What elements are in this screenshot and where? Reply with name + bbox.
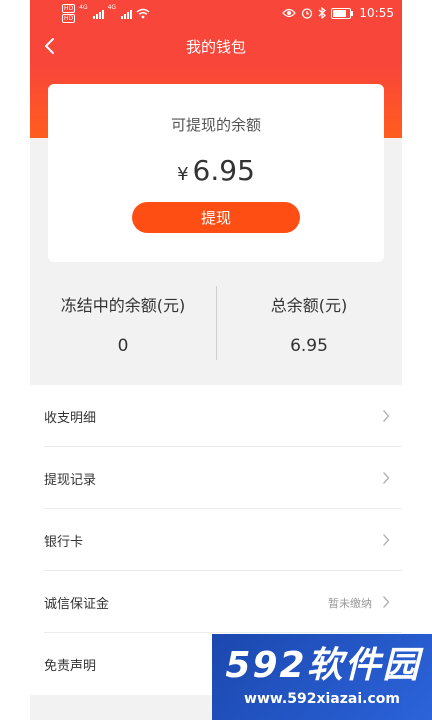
watermark-logo: 592软件园 bbox=[225, 645, 421, 686]
chevron-right-icon bbox=[383, 472, 390, 484]
page-title: 我的钱包 bbox=[185, 38, 246, 56]
wifi-icon bbox=[136, 8, 150, 19]
menu-item-withdraw-records[interactable]: 提现记录 bbox=[30, 447, 402, 509]
menu-item-bank-card[interactable]: 银行卡 bbox=[30, 509, 402, 571]
signal-icon bbox=[92, 9, 104, 19]
withdraw-button[interactable]: 提现 bbox=[132, 202, 300, 233]
balance-amount: 6.95 bbox=[192, 154, 255, 187]
frozen-balance-label: 冻结中的余额(元) bbox=[60, 296, 186, 315]
menu-item-transactions[interactable]: 收支明细 bbox=[30, 385, 402, 447]
eye-icon bbox=[282, 8, 297, 18]
status-bar: HD HD 4G 4G 10:55 bbox=[30, 0, 402, 26]
menu-item-label: 提现记录 bbox=[44, 473, 97, 488]
menu-item-label: 收支明细 bbox=[44, 411, 97, 426]
battery-icon bbox=[331, 7, 354, 19]
menu-item-deposit[interactable]: 诚信保证金 暂未缴纳 bbox=[30, 571, 402, 633]
watermark-url: www.592xiazai.com bbox=[244, 691, 400, 707]
chevron-right-icon bbox=[383, 534, 390, 546]
balance-card: 可提现的余额 ¥6.95 提现 bbox=[48, 84, 384, 262]
hd-badge: HD bbox=[62, 4, 76, 13]
network-label: 4G bbox=[107, 4, 117, 11]
hd-badge: HD bbox=[62, 14, 76, 23]
chevron-right-icon bbox=[383, 596, 390, 608]
currency-symbol: ¥ bbox=[177, 164, 189, 185]
chevron-right-icon bbox=[383, 410, 390, 422]
withdrawable-balance-label: 可提现的余额 bbox=[170, 116, 261, 134]
withdrawable-balance: ¥6.95 bbox=[48, 154, 384, 187]
hd-badges: HD HD bbox=[62, 4, 76, 23]
balance-stats: 冻结中的余额(元) 0 总余额(元) 6.95 bbox=[30, 272, 402, 382]
bluetooth-icon bbox=[319, 7, 327, 19]
deposit-status: 暂未缴纳 bbox=[328, 597, 372, 610]
menu-item-label: 诚信保证金 bbox=[44, 597, 110, 612]
status-time: 10:55 bbox=[359, 6, 394, 20]
frozen-balance-value: 0 bbox=[117, 336, 129, 356]
alarm-icon bbox=[302, 8, 313, 19]
network-label: 4G bbox=[79, 4, 88, 11]
status-bar-right: 10:55 bbox=[282, 6, 394, 20]
menu-item-label: 银行卡 bbox=[44, 535, 84, 550]
total-balance-value: 6.95 bbox=[290, 336, 328, 356]
signal-icon bbox=[121, 9, 133, 19]
menu-item-label: 免责声明 bbox=[44, 659, 97, 674]
phone-screen: HD HD 4G 4G 10:55 我的钱包 可提现的余额 ¥ 6.95 提现 … bbox=[30, 0, 402, 720]
status-bar-left: HD HD 4G 4G bbox=[62, 4, 150, 23]
header-bar: 我的钱包 bbox=[30, 26, 402, 66]
total-balance-label: 总余额(元) bbox=[270, 296, 348, 315]
